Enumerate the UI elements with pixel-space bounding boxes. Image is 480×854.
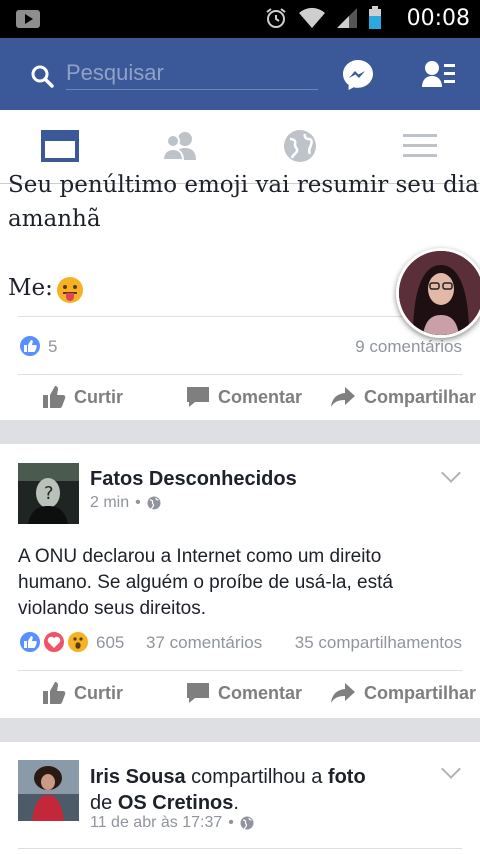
facebook-app: 00:08 Pesquisar Seu penúltimo emoji vai … (0, 0, 480, 854)
page-avatar[interactable]: ? (18, 463, 79, 524)
share-button[interactable]: Compartilhar (330, 374, 476, 420)
post-meta: 2 min • (90, 494, 161, 512)
wow-reaction-icon (66, 630, 90, 654)
clock: 00:08 (406, 6, 470, 31)
post-text: A ONU declarou a Internet como um direit… (18, 546, 393, 619)
post-actions: Curtir Comentar Compartilhar (0, 670, 480, 716)
feed-post: Iris Sousa compartilhou a foto de OS Cre… (0, 742, 480, 854)
author-name[interactable]: Iris Sousa (90, 766, 186, 788)
post-time[interactable]: 2 min (90, 494, 129, 512)
like-reaction-icon (18, 630, 42, 654)
like-label: Curtir (74, 682, 123, 703)
comment-label: Comentar (218, 386, 303, 407)
globe-icon (284, 130, 316, 162)
hamburger-menu-icon (403, 134, 437, 157)
search-icon[interactable] (30, 64, 54, 88)
comment-label: Comentar (218, 682, 303, 703)
meta-dot: • (228, 814, 234, 831)
like-label: Curtir (74, 386, 123, 407)
reactions-summary[interactable]: 5 9 comentários (18, 334, 462, 360)
status-bar: 00:08 (0, 0, 480, 38)
shared-text: compartilhou a (191, 766, 323, 788)
friends-icon (161, 132, 196, 161)
signal-icon (337, 8, 357, 28)
share-icon (331, 387, 355, 407)
divider (18, 316, 462, 317)
reaction-count: 5 (48, 337, 58, 356)
comment-count[interactable]: 37 comentários (146, 633, 262, 653)
youtube-notification-icon (16, 10, 40, 28)
divider (18, 848, 462, 849)
news-feed-icon (41, 130, 79, 162)
post-options-chevron-icon[interactable] (441, 463, 461, 483)
reaction-count: 605 (96, 633, 125, 652)
alarm-icon (266, 8, 286, 28)
shared-object-link[interactable]: foto (328, 766, 366, 788)
post-text-line: amanhã (8, 206, 101, 232)
top-bar: Pesquisar (0, 38, 480, 110)
comment-count[interactable]: 9 comentários (355, 337, 462, 357)
status-icons (264, 6, 382, 30)
post-options-chevron-icon[interactable] (441, 759, 461, 779)
messenger-icon[interactable] (341, 58, 375, 92)
search-input[interactable]: Pesquisar (66, 60, 318, 90)
like-reaction-icon (18, 334, 42, 358)
share-button[interactable]: Compartilhar (330, 670, 476, 716)
post-time[interactable]: 11 de abr às 17:37 (90, 814, 222, 832)
user-avatar[interactable] (18, 760, 79, 821)
like-button[interactable]: Curtir (42, 374, 123, 420)
thumbs-up-icon (43, 386, 66, 408)
share-label: Compartilhar (364, 682, 477, 703)
thumbs-up-icon (43, 682, 66, 704)
post-text-line: Seu penúltimo emoji vai resumir seu dia (8, 172, 479, 198)
like-button[interactable]: Curtir (42, 670, 123, 716)
wifi-icon (299, 7, 325, 28)
post-text-line: Me: (8, 275, 53, 301)
share-count[interactable]: 35 compartilhamentos (295, 633, 462, 653)
svg-text:?: ? (44, 483, 54, 504)
page-name[interactable]: Fatos Desconhecidos (90, 468, 297, 491)
prep-text: de (90, 792, 113, 814)
friend-requests-icon[interactable] (422, 60, 456, 90)
post-actions: Curtir Comentar Compartilhar (0, 374, 480, 420)
love-reaction-icon (42, 630, 66, 654)
comment-icon (187, 387, 209, 407)
period: . (233, 792, 239, 814)
comment-button[interactable]: Comentar (186, 670, 302, 716)
public-globe-icon (147, 496, 161, 510)
battery-icon (369, 6, 381, 29)
feed-post: ? Fatos Desconhecidos 2 min • A ONU decl… (0, 444, 480, 718)
reactions-summary[interactable]: 605 37 comentários 35 compartilhamentos (18, 630, 462, 656)
comment-icon (187, 683, 209, 703)
comment-button[interactable]: Comentar (186, 374, 302, 420)
share-icon (331, 683, 355, 703)
source-page-link[interactable]: OS Cretinos (118, 792, 234, 814)
post-meta: 11 de abr às 17:37 • (90, 814, 254, 832)
tongue-emoji-icon (57, 277, 83, 303)
public-globe-icon (240, 816, 254, 830)
share-label: Compartilhar (364, 386, 477, 407)
meta-dot: • (135, 494, 141, 511)
chat-head-avatar[interactable] (396, 248, 480, 338)
post-header-text: Iris Sousa compartilhou a foto de OS Cre… (90, 764, 430, 816)
